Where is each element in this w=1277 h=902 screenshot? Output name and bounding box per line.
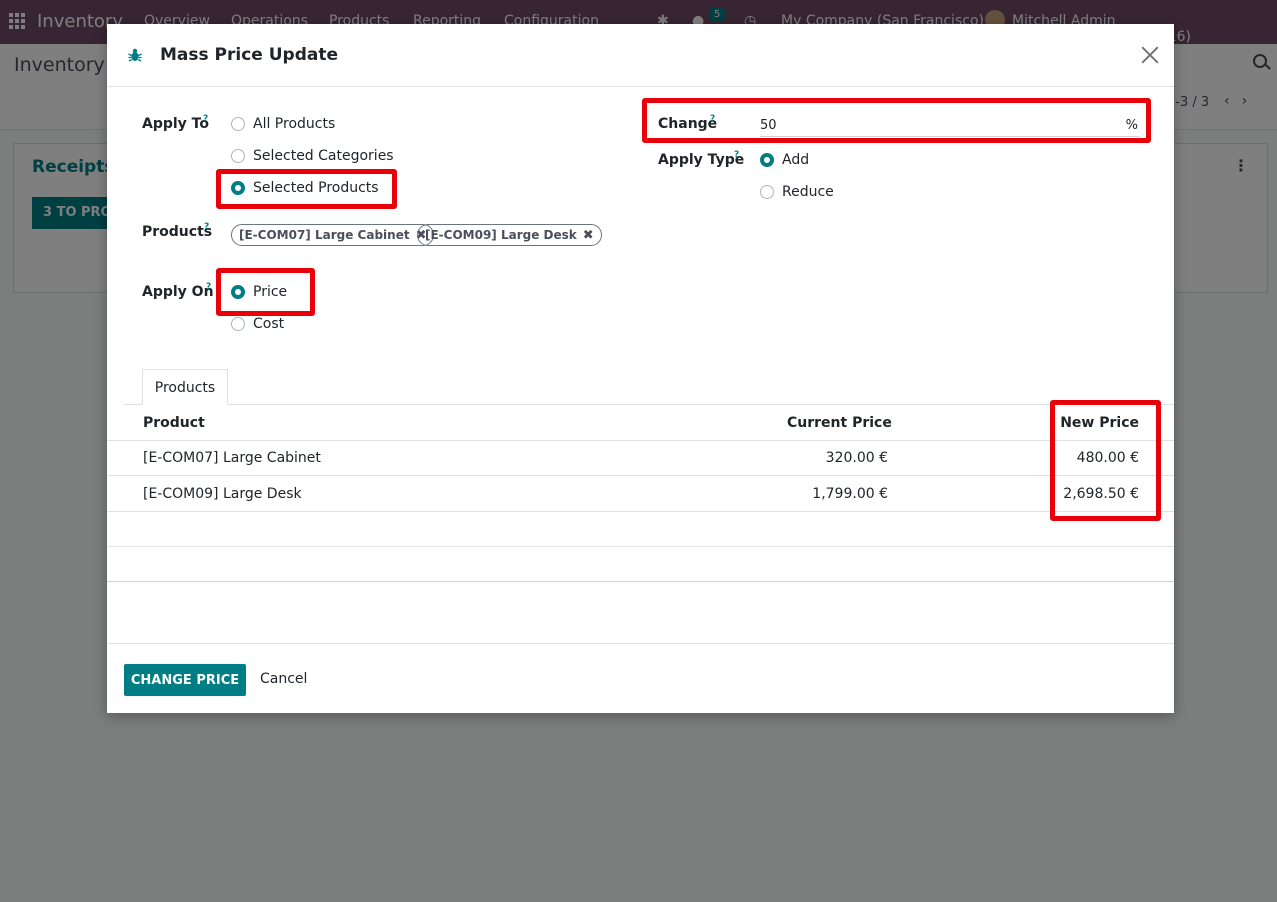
column-header-current-price[interactable]: Current Price (787, 415, 892, 431)
apply-type-help-icon[interactable]: ? (734, 150, 739, 160)
close-icon[interactable] (1141, 46, 1159, 64)
radio-label: Selected Products (253, 180, 379, 196)
column-header-new-price[interactable]: New Price (1039, 415, 1139, 431)
current-price-cell[interactable]: 1,799.00 € (767, 486, 888, 502)
radio-unchecked-icon[interactable] (231, 117, 245, 131)
change-price-button[interactable]: CHANGE PRICE (124, 664, 246, 696)
modal-header: Mass Price Update (107, 24, 1174, 87)
products-label: Products (142, 224, 213, 240)
change-input[interactable]: 50 % (760, 115, 1140, 137)
product-cell[interactable]: [E-COM07] Large Cabinet (143, 450, 321, 466)
radio-unchecked-icon[interactable] (231, 317, 245, 331)
apply-to-selected-categories-radio[interactable]: Selected Categories (231, 148, 394, 164)
product-tag: [E-COM07] Large Cabinet ✖ (231, 224, 435, 246)
radio-label: Selected Categories (253, 148, 394, 164)
tag-label: [E-COM07] Large Cabinet (239, 228, 410, 242)
radio-checked-icon[interactable] (231, 181, 245, 195)
radio-unchecked-icon[interactable] (231, 149, 245, 163)
column-header-product[interactable]: Product (143, 415, 205, 431)
modal-title: Mass Price Update (160, 45, 339, 65)
apply-on-cost-radio[interactable]: Cost (231, 316, 284, 332)
table-bottom-border (107, 581, 1174, 582)
bug-icon (128, 48, 142, 62)
radio-checked-icon[interactable] (231, 285, 245, 299)
radio-checked-icon[interactable] (760, 153, 774, 167)
current-price-cell[interactable]: 320.00 € (767, 450, 888, 466)
change-help-icon[interactable]: ? (710, 114, 715, 124)
radio-unchecked-icon[interactable] (760, 185, 774, 199)
radio-label: Add (782, 152, 810, 168)
apply-on-price-radio[interactable]: Price (231, 284, 287, 300)
apply-type-add-radio[interactable]: Add (760, 152, 809, 168)
new-price-cell[interactable]: 2,698.50 € (1019, 486, 1139, 502)
radio-label: Price (253, 284, 288, 300)
apply-type-reduce-radio[interactable]: Reduce (760, 184, 834, 200)
radio-label: Cost (253, 316, 285, 332)
new-price-cell[interactable]: 480.00 € (1019, 450, 1139, 466)
apply-to-help-icon[interactable]: ? (203, 114, 208, 124)
product-tag: [E-COM09] Large Desk ✖ (417, 224, 602, 246)
apply-on-label: Apply On (142, 284, 214, 300)
tag-label: [E-COM09] Large Desk (425, 228, 577, 242)
change-label: Change (658, 116, 718, 132)
apply-to-selected-products-radio[interactable]: Selected Products (231, 180, 379, 196)
mass-price-update-dialog: Mass Price Update Apply To ? All Product… (107, 24, 1174, 713)
tab-products[interactable]: Products (142, 369, 228, 405)
row-divider (107, 546, 1174, 547)
change-value[interactable]: 50 (760, 118, 777, 133)
apply-type-label: Apply Type (658, 152, 745, 168)
tab-divider (123, 404, 1174, 405)
change-unit: % (1125, 118, 1138, 133)
row-divider (107, 511, 1174, 512)
apply-to-label: Apply To (142, 116, 209, 132)
row-divider (107, 440, 1174, 441)
product-cell[interactable]: [E-COM09] Large Desk (143, 486, 302, 502)
apply-on-help-icon[interactable]: ? (206, 282, 211, 292)
radio-label: All Products (253, 116, 336, 132)
products-help-icon[interactable]: ? (204, 222, 209, 232)
remove-tag-icon[interactable]: ✖ (583, 228, 594, 243)
row-divider (107, 475, 1174, 476)
apply-to-all-products-radio[interactable]: All Products (231, 116, 335, 132)
cancel-button[interactable]: Cancel (260, 671, 307, 687)
radio-label: Reduce (782, 184, 834, 200)
footer-divider (107, 643, 1174, 644)
